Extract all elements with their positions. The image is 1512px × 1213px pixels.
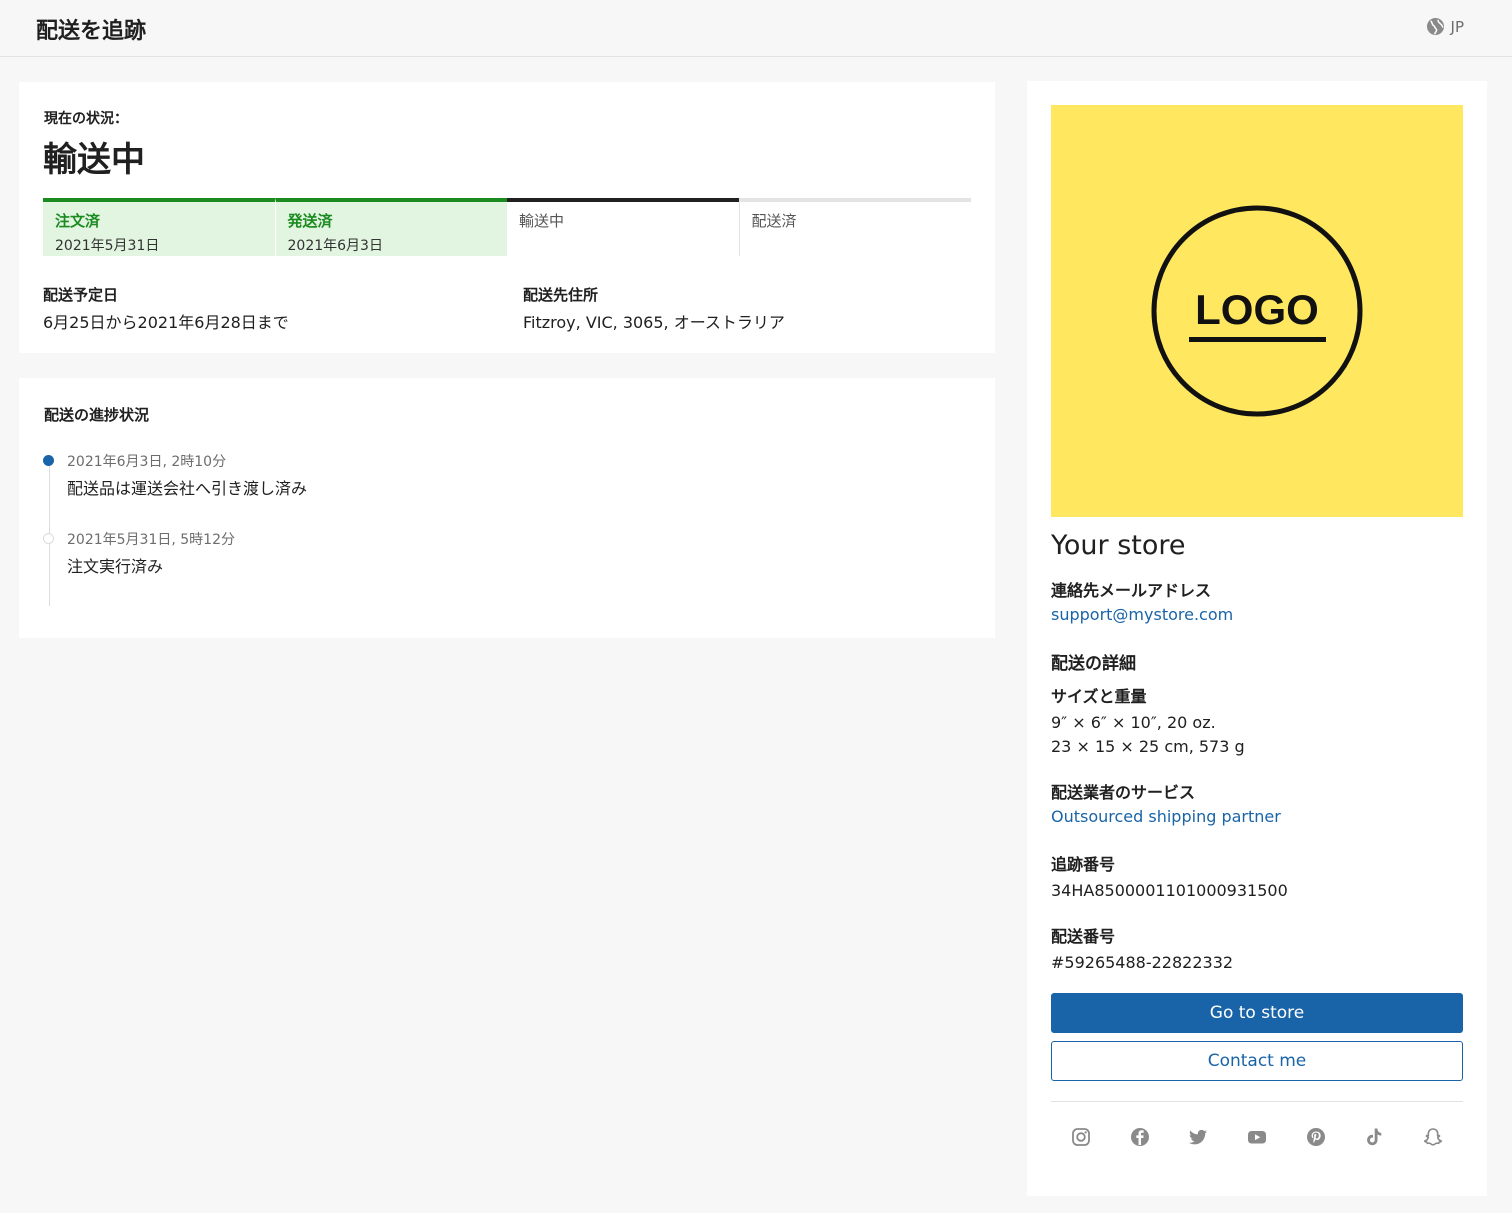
status-label: 現在の状況：	[44, 111, 128, 127]
step-label: 配送済	[751, 212, 797, 230]
delivery-address-title: 配送先住所	[523, 286, 599, 304]
details-heading-section: 配送の詳細	[1051, 649, 1136, 674]
delivery-address-value: Fitzroy, VIC, 3065, オーストラリア	[523, 313, 785, 332]
size-imperial: 9″ × 6″ × 10″, 20 oz.	[1051, 713, 1216, 732]
pinterest-icon[interactable]	[1306, 1127, 1326, 1147]
status-steps: 注文済 2021年5月31日 発送済 2021年6月3日 輸送中 配送済	[43, 198, 971, 256]
step-ordered: 注文済 2021年5月31日	[43, 198, 275, 256]
delivery-address: 配送先住所 Fitzroy, VIC, 3065, オーストラリア	[523, 284, 785, 333]
page-title: 配送を追跡	[36, 19, 147, 44]
shipment-number: #59265488-22822332	[1051, 953, 1234, 972]
timeline-event: 2021年6月3日, 2時10分 配送品は運送会社へ引き渡し済み	[43, 451, 308, 499]
step-label: 輸送中	[519, 212, 565, 230]
carrier-link[interactable]: Outsourced shipping partner	[1051, 807, 1281, 826]
carrier-section: 配送業者のサービス Outsourced shipping partner	[1051, 779, 1281, 826]
logo-text: LOGO	[1195, 286, 1319, 333]
timeline-event: 2021年5月31日, 5時12分 注文実行済み	[43, 529, 235, 577]
event-description: 配送品は運送会社へ引き渡し済み	[67, 479, 308, 498]
contact-me-button[interactable]: Contact me	[1051, 1041, 1463, 1081]
step-in-transit: 輸送中	[507, 198, 739, 256]
facebook-icon[interactable]	[1130, 1127, 1150, 1147]
event-time: 2021年5月31日, 5時12分	[67, 532, 235, 548]
step-label: 注文済	[55, 212, 101, 230]
tracking-number: 34HA8500001101000931500	[1051, 881, 1288, 900]
carrier-label: 配送業者のサービス	[1051, 783, 1196, 802]
youtube-icon[interactable]	[1247, 1127, 1267, 1147]
size-section: サイズと重量 9″ × 6″ × 10″, 20 oz. 23 × 15 × 2…	[1051, 683, 1245, 759]
size-metric: 23 × 15 × 25 cm, 573 g	[1051, 737, 1245, 756]
delivery-estimate: 配送予定日 6月25日から2021年6月28日まで	[43, 284, 289, 333]
top-bar: 配送を追跡 JP	[0, 0, 1512, 57]
progress-title: 配送の進捗状況	[44, 406, 150, 424]
timeline-dot-active	[43, 455, 54, 466]
contact-email-link[interactable]: support@mystore.com	[1051, 605, 1233, 624]
instagram-icon[interactable]	[1071, 1127, 1091, 1147]
step-date: 2021年6月3日	[287, 238, 383, 254]
store-card: LOGO Your store 連絡先メールアドレス support@mysto…	[1027, 81, 1487, 1196]
snapchat-icon[interactable]	[1423, 1127, 1443, 1147]
divider	[1051, 1101, 1463, 1102]
step-delivered: 配送済	[738, 198, 971, 256]
shipment-label: 配送番号	[1051, 927, 1116, 946]
progress-card: 配送の進捗状況 2021年6月3日, 2時10分 配送品は運送会社へ引き渡し済み…	[19, 378, 995, 638]
step-shipped: 発送済 2021年6月3日	[274, 198, 507, 256]
tiktok-icon[interactable]	[1364, 1127, 1384, 1147]
contact-label: 連絡先メールアドレス	[1051, 581, 1212, 600]
go-to-store-button[interactable]: Go to store	[1051, 993, 1463, 1033]
store-logo: LOGO	[1051, 105, 1463, 517]
details-heading: 配送の詳細	[1051, 654, 1136, 674]
twitter-icon[interactable]	[1188, 1127, 1208, 1147]
tracking-label: 追跡番号	[1051, 855, 1116, 874]
delivery-estimate-title: 配送予定日	[43, 286, 119, 304]
shipment-section: 配送番号 #59265488-22822332	[1051, 923, 1233, 975]
status-card: 現在の状況： 輸送中 注文済 2021年5月31日 発送済 2021年6月3日 …	[19, 82, 995, 353]
event-time: 2021年6月3日, 2時10分	[67, 454, 227, 470]
event-description: 注文実行済み	[67, 557, 164, 576]
globe-icon	[1426, 17, 1444, 36]
size-label: サイズと重量	[1051, 687, 1147, 706]
social-links	[1071, 1127, 1443, 1147]
contact-section: 連絡先メールアドレス support@mystore.com	[1051, 577, 1233, 624]
delivery-estimate-value: 6月25日から2021年6月28日まで	[43, 313, 289, 332]
store-name: Your store	[1051, 530, 1186, 561]
language-label: JP	[1450, 17, 1464, 36]
step-label: 発送済	[287, 212, 333, 230]
status-value: 輸送中	[43, 140, 145, 180]
timeline-dot	[43, 533, 54, 544]
tracking-section: 追跡番号 34HA8500001101000931500	[1051, 851, 1288, 903]
language-selector[interactable]: JP	[1426, 17, 1464, 36]
step-date: 2021年5月31日	[55, 238, 160, 254]
